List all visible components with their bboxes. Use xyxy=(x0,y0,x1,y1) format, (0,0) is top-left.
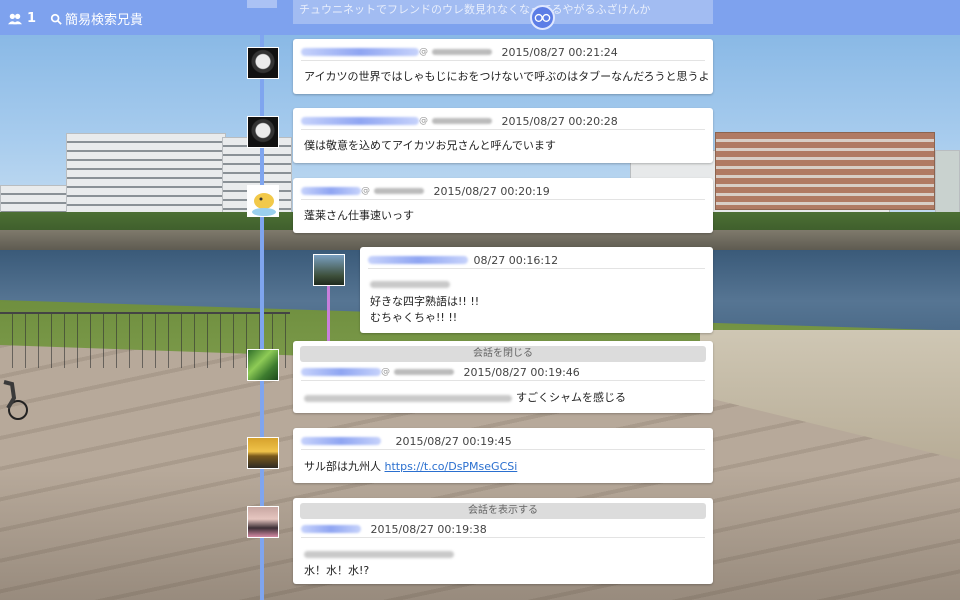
user-avatar[interactable] xyxy=(247,349,279,381)
user-avatar[interactable] xyxy=(247,185,279,217)
user-avatar[interactable] xyxy=(247,506,279,538)
tweet-card[interactable]: 会話を表示する 2015/08/27 00:19:38 水！水！水!? xyxy=(293,498,713,584)
user-avatar[interactable] xyxy=(247,437,279,469)
tweet-text: 僕は敬意を込めてアイカツお兄さんと呼んでいます xyxy=(304,139,556,152)
bird-icon xyxy=(252,193,276,216)
tweet-card[interactable]: 会話を閉じる @ 2015/08/27 00:19:46 すごくシャムを感じる xyxy=(293,341,713,413)
scrolled-tweet-preview: チュウニネットでフレンドのウレ数見れなくなってるやがるふざけんか xyxy=(293,0,713,24)
tweet-time: 08/27 00:16:12 xyxy=(473,253,559,267)
tweet-card[interactable]: @ 2015/08/27 00:21:24 アイカツの世界ではしゃもじにおをつけ… xyxy=(293,39,713,94)
tweet-time: 2015/08/27 00:20:19 xyxy=(433,184,550,198)
tweet-time: 2015/08/27 00:19:38 xyxy=(370,522,487,536)
tweet-text-line1: 好きな四字熟語は!! !! xyxy=(370,295,480,308)
user-avatar[interactable] xyxy=(247,116,279,148)
tweet-time: 2015/08/27 00:20:28 xyxy=(501,114,618,128)
ghost-avatar xyxy=(247,0,277,8)
tweet-text: 水！水！水!? xyxy=(304,564,370,577)
reply-connector xyxy=(327,285,330,345)
search-icon[interactable] xyxy=(50,13,62,25)
tweet-card[interactable]: @ 2015/08/27 00:20:28 僕は敬意を込めてアイカツお兄さんと呼… xyxy=(293,108,713,163)
tweet-time: 2015/08/27 00:19:45 xyxy=(395,434,512,448)
close-conversation-button[interactable]: 会話を閉じる xyxy=(300,346,706,362)
tweet-link[interactable]: https://t.co/DsPMseGCSi xyxy=(385,460,518,473)
app-logo-icon[interactable] xyxy=(530,5,555,30)
users-icon[interactable] xyxy=(8,12,22,26)
user-count[interactable]: 1 xyxy=(27,11,36,26)
tweet-time: 2015/08/27 00:19:46 xyxy=(463,365,580,379)
tweet-text: すごくシャムを感じる xyxy=(516,391,626,404)
tweet-text: 蓬莱さん仕事速いっす xyxy=(304,209,414,222)
reply-tweet-card[interactable]: 08/27 00:16:12 好きな四字熟語は!! !! むちゃくちゃ!! !! xyxy=(360,247,713,333)
show-conversation-button[interactable]: 会話を表示する xyxy=(300,503,706,519)
tweet-text-line2: むちゃくちゃ!! !! xyxy=(370,311,458,324)
search-label[interactable]: 簡易検索兄貴 xyxy=(65,9,143,28)
top-bar: チュウニネットでフレンドのウレ数見れなくなってるやがるふざけんか 1 簡易検索兄… xyxy=(0,0,960,35)
user-avatar[interactable] xyxy=(247,47,279,79)
tweet-text: アイカツの世界ではしゃもじにおをつけないで呼ぶのはタブーなんだろうと思うよ xyxy=(304,70,710,83)
user-avatar[interactable] xyxy=(313,254,345,286)
tweet-text: サル部は九州人 xyxy=(304,460,381,473)
tweet-card[interactable]: @ 2015/08/27 00:20:19 蓬莱さん仕事速いっす xyxy=(293,178,713,233)
tweet-card[interactable]: 2015/08/27 00:19:45 サル部は九州人 https://t.co… xyxy=(293,428,713,483)
tweet-time: 2015/08/27 00:21:24 xyxy=(501,45,618,59)
